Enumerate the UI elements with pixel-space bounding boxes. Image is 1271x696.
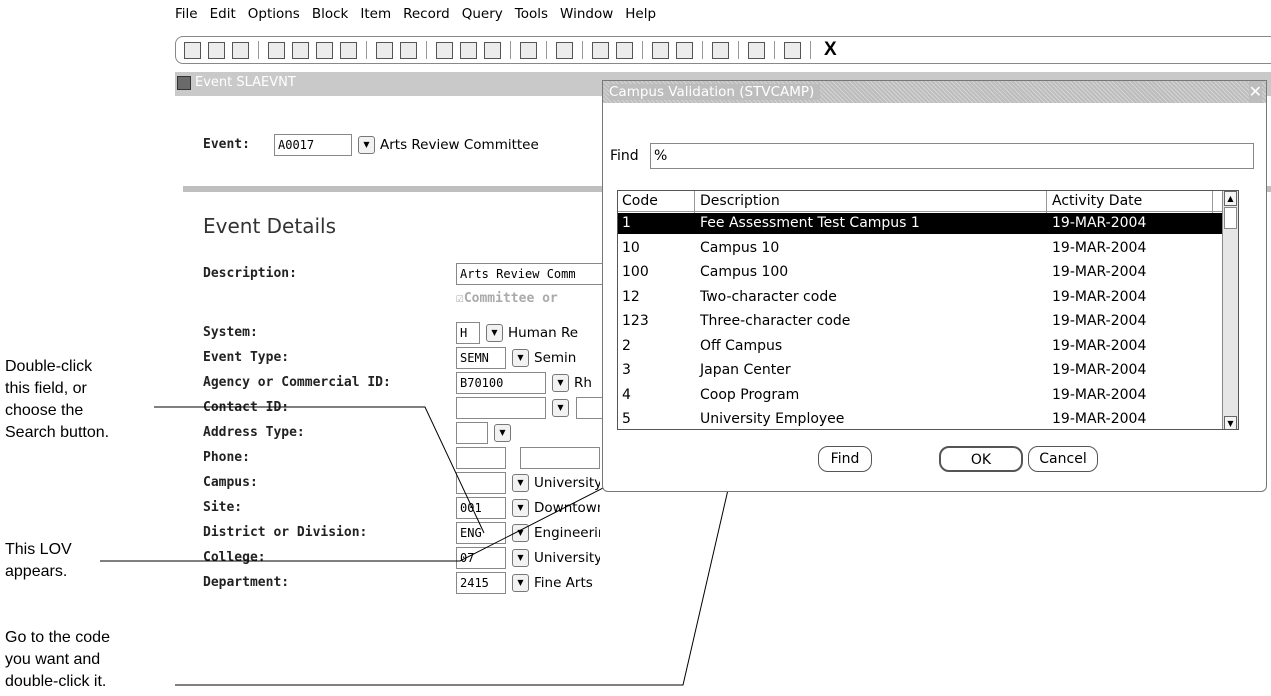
lov-code: 1: [622, 215, 631, 231]
lov-activity-date: 19-MAR-2004: [1052, 337, 1147, 354]
lov-row[interactable]: 1 Fee Assessment Test Campus 1 19-MAR-2004: [618, 213, 1226, 234]
lov-code: 2: [622, 337, 631, 354]
campus-validation-dialog: Campus Validation (STVCAMP) ✕ Find % Cod…: [602, 80, 1267, 492]
lov-activity-date: 19-MAR-2004: [1052, 239, 1147, 256]
column-header-description[interactable]: Description: [700, 191, 780, 212]
column-header-activity-date[interactable]: Activity Date: [1052, 191, 1142, 212]
column-divider[interactable]: [1212, 191, 1213, 213]
vertical-scrollbar[interactable]: ▲ ▼: [1222, 191, 1238, 429]
lov-code: 3: [622, 362, 631, 378]
lov-activity-date: 19-MAR-2004: [1052, 411, 1147, 427]
lov-description: Campus 100: [700, 264, 789, 280]
lov-description: Coop Program: [700, 386, 800, 403]
lov-activity-date: 19-MAR-2004: [1052, 386, 1147, 403]
lov-code: 100: [622, 264, 649, 280]
lov-row[interactable]: 5 University Employee 19-MAR-2004: [618, 409, 1226, 429]
lov-row[interactable]: 4 Coop Program 19-MAR-2004: [618, 385, 1226, 406]
lov-code: 4: [622, 386, 631, 403]
dialog-title-bar: Campus Validation (STVCAMP): [603, 81, 1266, 103]
lov-activity-date: 19-MAR-2004: [1052, 288, 1147, 305]
lov-activity-date: 19-MAR-2004: [1052, 313, 1147, 329]
lov-description: Off Campus: [700, 337, 783, 354]
lov-code: 12: [622, 288, 640, 305]
lov-activity-date: 19-MAR-2004: [1052, 215, 1147, 231]
lov-code: 123: [622, 313, 649, 329]
lov-activity-date: 19-MAR-2004: [1052, 264, 1147, 280]
column-header-code[interactable]: Code: [622, 191, 658, 212]
lov-table: Code Description Activity Date 1 Fee Assessm…: [617, 190, 1239, 430]
column-divider[interactable]: [1046, 191, 1047, 213]
find-label: Find: [610, 148, 639, 164]
lov-header-row: Code Description Activity Date: [618, 191, 1226, 213]
lov-description: Fee Assessment Test Campus 1: [700, 215, 920, 231]
cancel-button[interactable]: Cancel: [1028, 446, 1098, 472]
lov-code: 10: [622, 239, 640, 256]
find-button[interactable]: Find: [818, 446, 872, 472]
lov-row[interactable]: 2 Off Campus 19-MAR-2004: [618, 336, 1226, 357]
dialog-title: Campus Validation (STVCAMP): [609, 84, 821, 100]
lov-row[interactable]: 3 Japan Center 19-MAR-2004: [618, 360, 1226, 381]
lov-description: Campus 10: [700, 239, 780, 256]
callout-line-1: [154, 406, 485, 534]
lov-row[interactable]: 100 Campus 100 19-MAR-2004: [618, 262, 1226, 283]
lov-row[interactable]: 12 Two-character code 19-MAR-2004: [618, 287, 1226, 308]
lov-row[interactable]: 10 Campus 10 19-MAR-2004: [618, 238, 1226, 259]
scroll-down-icon[interactable]: ▼: [1224, 416, 1237, 429]
lov-code: 5: [622, 411, 631, 427]
scroll-up-icon[interactable]: ▲: [1224, 191, 1237, 206]
column-divider[interactable]: [694, 191, 695, 213]
dialog-close-icon[interactable]: ✕: [1248, 81, 1262, 103]
ok-button[interactable]: OK: [939, 446, 1023, 472]
lov-description: Japan Center: [700, 362, 791, 378]
scroll-thumb[interactable]: [1224, 207, 1237, 229]
lov-description: Three-character code: [700, 313, 851, 329]
lov-description: Two-character code: [700, 288, 837, 305]
find-input[interactable]: %: [650, 143, 1254, 169]
lov-row[interactable]: 123 Three-character code 19-MAR-2004: [618, 311, 1226, 332]
lov-activity-date: 19-MAR-2004: [1052, 362, 1147, 378]
lov-description: University Employee: [700, 411, 845, 427]
